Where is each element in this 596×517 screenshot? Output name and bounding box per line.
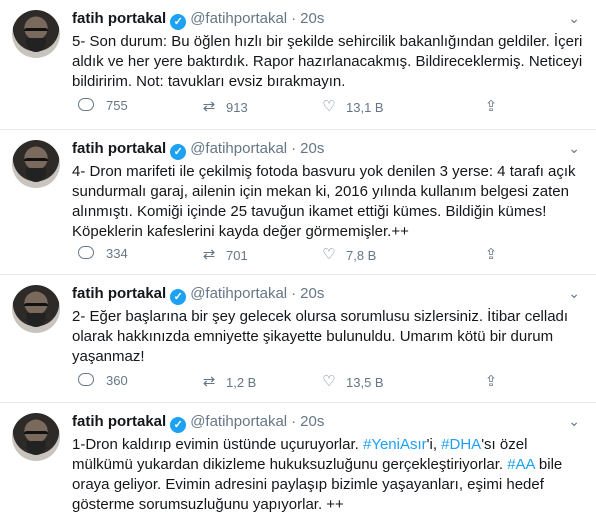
reply-icon	[78, 246, 94, 259]
timestamp[interactable]: 20s	[300, 285, 324, 302]
tweet-actions: 755 ⇄ 913 ♡ 13,1 B ⇪	[72, 98, 586, 118]
tweet-header: fatih portakal ✓ @fatihportakal · 20s ⌄	[72, 285, 586, 305]
chevron-down-icon[interactable]: ⌄	[568, 285, 580, 302]
avatar[interactable]	[12, 140, 60, 188]
text-segment: 1-Dron kaldırıp evimin üstünde uçuruyorl…	[72, 436, 363, 453]
hashtag-link[interactable]: #DHA	[441, 436, 481, 453]
tweet-text: 2- Eğer başlarına bir şey gelecek olursa…	[72, 308, 569, 365]
retweet-count: 913	[226, 99, 248, 115]
tweet-header: fatih portakal ✓ @fatihportakal · 20s ⌄	[72, 413, 586, 433]
tweet[interactable]: fatih portakal ✓ @fatihportakal · 20s ⌄ 1-Dr…	[0, 403, 596, 517]
tweet-text: 4- Dron marifeti ile çekilmiş fotoda bas…	[72, 163, 576, 240]
hashtag-link[interactable]: #YeniAsır	[363, 436, 427, 453]
share-button[interactable]: ⇪	[482, 246, 508, 264]
like-button[interactable]: ♡ 13,5 B	[320, 373, 384, 391]
like-button[interactable]: ♡ 7,8 B	[320, 246, 376, 264]
like-count: 13,5 B	[346, 374, 384, 390]
verified-badge-icon: ✓	[170, 14, 187, 30]
retweet-icon: ⇄	[202, 98, 216, 115]
share-icon: ⇪	[484, 246, 498, 263]
share-icon: ⇪	[484, 373, 498, 390]
author-name[interactable]: fatih portakal	[72, 413, 166, 430]
tweet-text: 1-Dron kaldırıp evimin üstünde uçuruyorl…	[72, 435, 586, 515]
tweet[interactable]: fatih portakal ✓ @fatihportakal · 20s ⌄ 5- S…	[0, 0, 596, 130]
author-handle[interactable]: @fatihportakal	[190, 140, 287, 157]
avatar[interactable]	[12, 10, 60, 58]
author-name[interactable]: fatih portakal	[72, 10, 166, 27]
reply-count: 360	[106, 373, 128, 388]
reply-count: 334	[106, 246, 128, 261]
verified-badge-icon: ✓	[170, 417, 187, 433]
author-handle[interactable]: @fatihportakal	[190, 413, 287, 430]
chevron-down-icon[interactable]: ⌄	[568, 10, 580, 27]
reply-count: 755	[106, 98, 128, 113]
reply-button[interactable]: 334	[78, 246, 128, 261]
avatar[interactable]	[12, 413, 60, 461]
avatar[interactable]	[12, 285, 60, 333]
author-handle[interactable]: @fatihportakal	[190, 285, 287, 302]
separator: ·	[291, 413, 297, 430]
text-segment: 'i,	[426, 436, 442, 453]
tweet-header: fatih portakal ✓ @fatihportakal · 20s ⌄	[72, 10, 586, 30]
retweet-icon: ⇄	[202, 246, 216, 263]
author-handle[interactable]: @fatihportakal	[190, 10, 287, 27]
tweet[interactable]: fatih portakal ✓ @fatihportakal · 20s ⌄ 2- E…	[0, 275, 596, 403]
tweet-feed: fatih portakal ✓ @fatihportakal · 20s ⌄ 5- S…	[0, 0, 596, 517]
tweet-text: 5- Son durum: Bu öğlen hızlı bir şekilde…	[72, 33, 583, 90]
reply-icon	[78, 373, 94, 386]
tweet-header: fatih portakal ✓ @fatihportakal · 20s ⌄	[72, 140, 586, 160]
reply-button[interactable]: 360	[78, 373, 128, 388]
verified-badge-icon: ✓	[170, 289, 187, 305]
chevron-down-icon[interactable]: ⌄	[568, 140, 580, 157]
author-name[interactable]: fatih portakal	[72, 285, 166, 302]
reply-button[interactable]: 755	[78, 98, 128, 113]
retweet-button[interactable]: ⇄ 1,2 B	[200, 373, 257, 391]
timestamp[interactable]: 20s	[300, 140, 324, 157]
hashtag-link[interactable]: #AA	[507, 456, 535, 473]
retweet-button[interactable]: ⇄ 913	[200, 98, 248, 116]
share-icon: ⇪	[484, 98, 498, 115]
retweet-button[interactable]: ⇄ 701	[200, 246, 248, 264]
heart-icon: ♡	[322, 246, 336, 263]
separator: ·	[291, 10, 297, 27]
timestamp[interactable]: 20s	[300, 413, 324, 430]
retweet-count: 1,2 B	[226, 374, 257, 390]
tweet-actions: 360 ⇄ 1,2 B ♡ 13,5 B ⇪	[72, 373, 586, 393]
author-name[interactable]: fatih portakal	[72, 140, 166, 157]
heart-icon: ♡	[322, 373, 336, 390]
like-button[interactable]: ♡ 13,1 B	[320, 98, 384, 116]
verified-badge-icon: ✓	[170, 144, 187, 160]
like-count: 13,1 B	[346, 99, 384, 115]
tweet-actions: 334 ⇄ 701 ♡ 7,8 B ⇪	[72, 246, 586, 266]
timestamp[interactable]: 20s	[300, 10, 324, 27]
retweet-icon: ⇄	[202, 373, 216, 390]
heart-icon: ♡	[322, 98, 336, 115]
like-count: 7,8 B	[346, 247, 377, 263]
share-button[interactable]: ⇪	[482, 373, 508, 391]
chevron-down-icon[interactable]: ⌄	[568, 413, 580, 430]
tweet[interactable]: fatih portakal ✓ @fatihportakal · 20s ⌄ 4- D…	[0, 130, 596, 275]
separator: ·	[291, 140, 297, 157]
reply-icon	[78, 98, 94, 111]
retweet-count: 701	[226, 247, 248, 263]
separator: ·	[291, 285, 297, 302]
share-button[interactable]: ⇪	[482, 98, 508, 116]
